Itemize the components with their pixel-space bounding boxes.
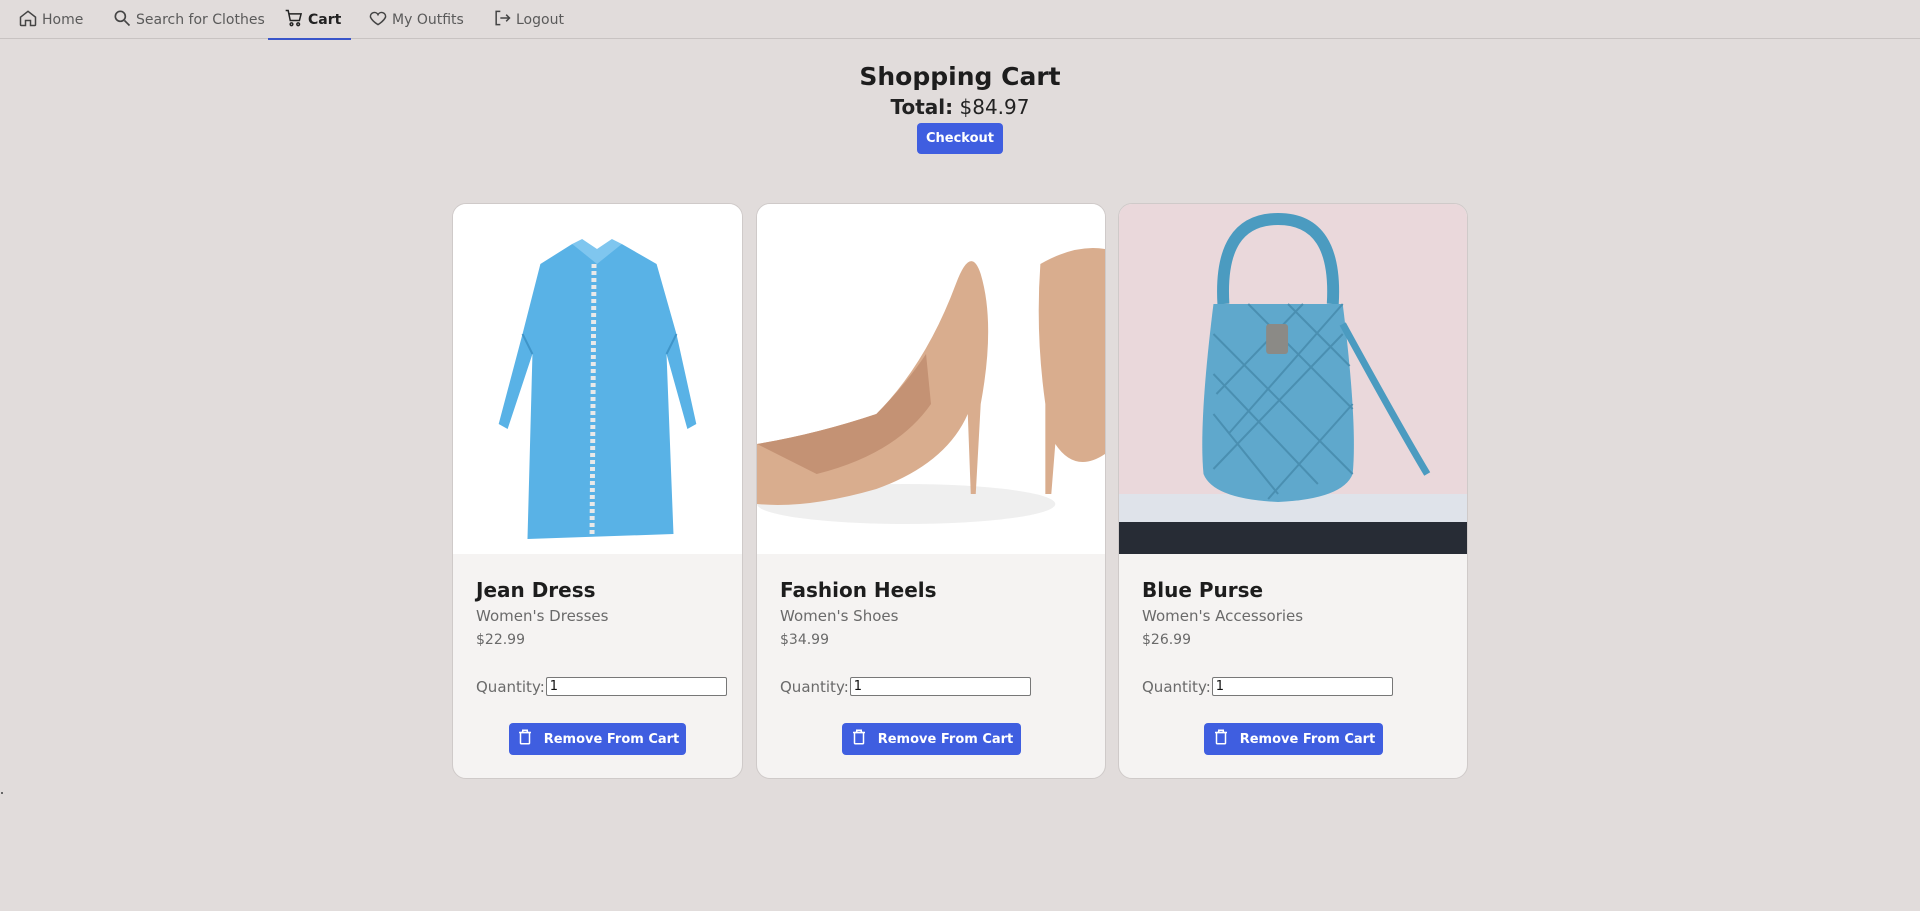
item-name: Fashion Heels	[780, 578, 937, 602]
remove-from-cart-button[interactable]: Remove From Cart	[1204, 723, 1383, 755]
remove-label: Remove From Cart	[1239, 731, 1376, 747]
quantity-label: Quantity:	[476, 677, 545, 696]
nav-cart-label: Cart	[308, 11, 342, 28]
remove-label: Remove From Cart	[877, 731, 1014, 747]
total-label: Total:	[890, 95, 954, 119]
logout-icon	[492, 8, 512, 32]
search-icon	[112, 8, 132, 32]
nav-logout[interactable]: Logout	[492, 0, 564, 39]
trash-icon	[516, 728, 534, 750]
page-title: Shopping Cart	[859, 62, 1061, 91]
quantity-label: Quantity:	[780, 677, 849, 696]
nav-my-outfits-label: My Outfits	[392, 11, 464, 28]
cart-item-card: Jean Dress Women's Dresses $22.99 Quanti…	[452, 203, 743, 779]
quantity-row: Quantity:	[780, 677, 1031, 696]
item-price: $34.99	[780, 632, 829, 648]
trash-icon	[850, 728, 868, 750]
quantity-row: Quantity:	[1142, 677, 1393, 696]
item-price: $22.99	[476, 632, 525, 648]
quantity-label: Quantity:	[1142, 677, 1211, 696]
cart-icon	[284, 8, 304, 32]
quantity-input[interactable]	[1211, 677, 1393, 696]
nav-cart[interactable]: Cart	[268, 0, 351, 40]
nav-search[interactable]: Search for Clothes	[112, 0, 265, 39]
quantity-row: Quantity:	[476, 677, 727, 696]
nav-my-outfits[interactable]: My Outfits	[368, 0, 464, 39]
product-image-blue-purse	[1119, 204, 1467, 554]
top-navigation: Home Search for Clothes Cart My Outfits …	[0, 0, 1920, 40]
item-name: Jean Dress	[476, 578, 596, 602]
remove-label: Remove From Cart	[543, 731, 680, 747]
quantity-input[interactable]	[545, 677, 727, 696]
item-category: Women's Accessories	[1142, 607, 1304, 625]
nav-search-label: Search for Clothes	[136, 11, 265, 28]
nav-home[interactable]: Home	[18, 0, 83, 39]
nav-logout-label: Logout	[516, 11, 564, 28]
stray-dot	[1, 792, 3, 794]
item-category: Women's Dresses	[476, 607, 609, 625]
nav-home-label: Home	[42, 11, 84, 28]
checkout-button[interactable]: Checkout	[917, 123, 1003, 154]
product-image-jean-dress	[453, 204, 742, 554]
heart-icon	[368, 8, 388, 32]
cart-total: Total: $84.97	[0, 95, 1920, 119]
item-price: $26.99	[1142, 632, 1191, 648]
cart-item-card: Fashion Heels Women's Shoes $34.99 Quant…	[756, 203, 1106, 779]
remove-from-cart-button[interactable]: Remove From Cart	[509, 723, 686, 755]
product-image-fashion-heels	[757, 204, 1105, 554]
item-name: Blue Purse	[1142, 578, 1264, 602]
remove-from-cart-button[interactable]: Remove From Cart	[842, 723, 1021, 755]
total-value: $84.97	[959, 95, 1030, 119]
trash-icon	[1212, 728, 1230, 750]
quantity-input[interactable]	[849, 677, 1031, 696]
home-icon	[18, 8, 38, 32]
cart-item-card: Blue Purse Women's Accessories $26.99 Qu…	[1118, 203, 1468, 779]
item-category: Women's Shoes	[780, 607, 899, 625]
